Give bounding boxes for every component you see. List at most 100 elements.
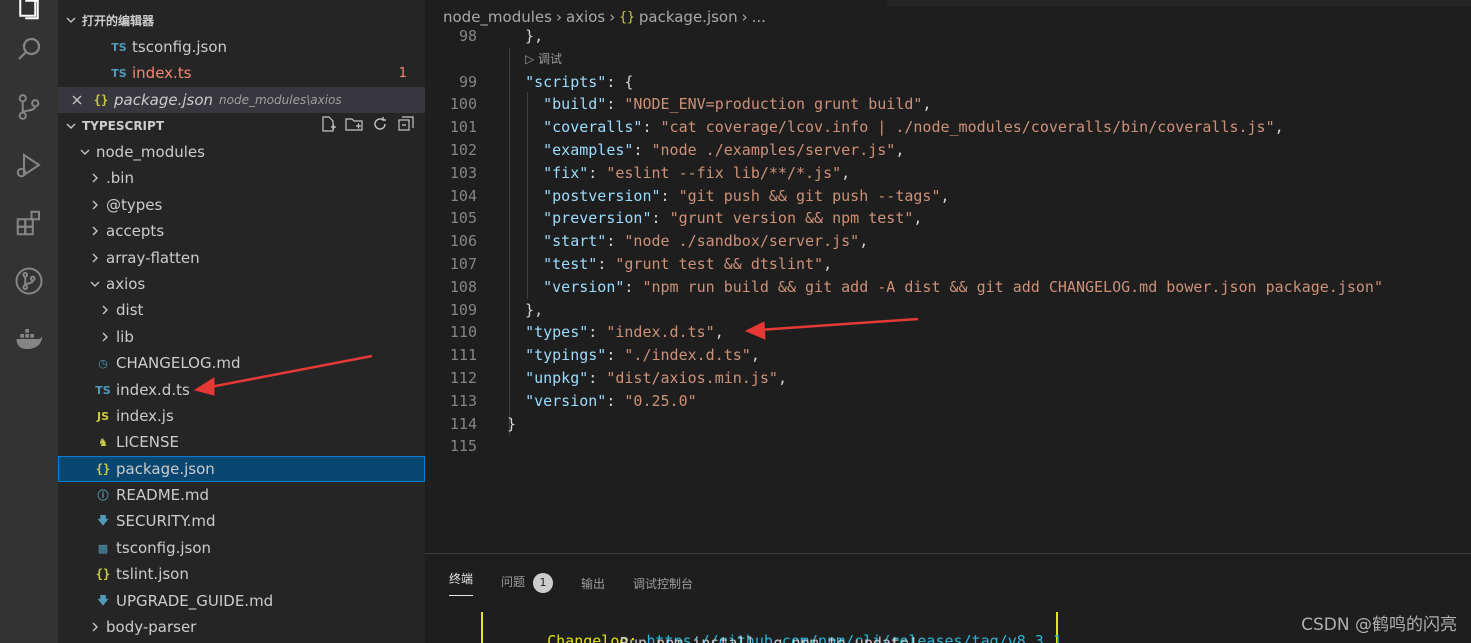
code-line: 109 },: [425, 298, 543, 321]
line-number: 115: [449, 437, 477, 456]
close-icon[interactable]: [62, 94, 92, 106]
tree-file[interactable]: ◷ CHANGELOG.md: [58, 350, 425, 376]
code-text: "fix": "eslint --fix lib/**/*.js",: [543, 163, 851, 182]
play-icon: ▷: [525, 52, 539, 66]
workspace-header[interactable]: TYPESCRIPT: [58, 113, 425, 139]
open-editors-header[interactable]: 打开的编辑器: [58, 7, 425, 33]
tree-folder[interactable]: lib: [58, 324, 425, 350]
refresh-icon[interactable]: [371, 115, 389, 137]
tree-file[interactable]: {} tslint.json: [58, 561, 425, 587]
tree-label: package.json: [116, 460, 215, 478]
open-editor-item-active[interactable]: {} package.json node_modules\axios: [58, 87, 425, 113]
chevron-right-icon: [98, 303, 112, 317]
tab-output[interactable]: 输出: [581, 575, 605, 592]
json-key: "examples": [543, 140, 634, 159]
json-key: "preversion": [543, 209, 652, 228]
json-file-icon: {}: [93, 93, 109, 107]
code-line: 99 "scripts": {: [425, 70, 634, 93]
tab-debug-console[interactable]: 调试控制台: [633, 575, 693, 592]
line-number: 98: [458, 26, 477, 45]
json-string: "grunt test && dtslint": [615, 254, 824, 273]
tree-file[interactable]: 🡇 SECURITY.md: [58, 508, 425, 534]
open-editor-item[interactable]: TS tsconfig.json: [58, 34, 425, 60]
code-text: },: [507, 27, 543, 45]
clock-icon: ◷: [98, 356, 108, 370]
json-key: "unpkg": [525, 368, 589, 387]
tree-folder[interactable]: .bin: [58, 165, 425, 191]
explorer-icon[interactable]: [10, 0, 48, 26]
code-editor[interactable]: node_modules › axios › {} package.json ›…: [425, 0, 1471, 553]
tree-folder-axios[interactable]: axios: [58, 271, 425, 297]
tree-folder[interactable]: accepts: [58, 218, 425, 244]
new-file-icon[interactable]: [319, 115, 337, 137]
chevron-right-icon: [88, 620, 102, 634]
code-text: "version": "0.25.0": [525, 391, 697, 410]
docker-icon[interactable]: [10, 320, 48, 358]
markdown-download-icon: 🡇: [97, 593, 109, 607]
punctuation: ,: [750, 346, 760, 365]
punctuation: ,: [940, 186, 950, 205]
code-text: "build": "NODE_ENV=production grunt buil…: [543, 95, 932, 114]
line-number: 100: [449, 95, 477, 114]
tree-label: axios: [106, 275, 146, 293]
json-key: "typings": [525, 346, 607, 365]
tree-file-selected[interactable]: {} package.json: [58, 456, 425, 482]
code-line: 103 "fix": "eslint --fix lib/**/*.js",: [425, 161, 850, 184]
code-line: 113 "version": "0.25.0": [425, 389, 697, 412]
tree-label: index.js: [116, 407, 174, 425]
chevron-right-icon: [88, 251, 102, 265]
tree-file[interactable]: ♞ LICENSE: [58, 429, 425, 455]
json-key: "build": [543, 95, 607, 114]
search-icon[interactable]: [10, 30, 48, 68]
code-line: 112 "unpkg": "dist/axios.min.js",: [425, 366, 787, 389]
extensions-icon[interactable]: [10, 204, 48, 242]
chevron-down-icon: [88, 277, 102, 291]
debug-codelens[interactable]: ▷ 调试: [525, 50, 562, 67]
tab-terminal[interactable]: 终端: [449, 570, 474, 596]
tree-folder[interactable]: array-flatten: [58, 245, 425, 271]
code-text: "coveralls": "cat coverage/lcov.info | .…: [543, 118, 1284, 137]
breadcrumb-item[interactable]: axios: [566, 8, 605, 26]
new-folder-icon[interactable]: [345, 115, 363, 137]
tree-label: index.d.ts: [116, 381, 190, 399]
git-graph-icon[interactable]: [10, 262, 48, 300]
breadcrumb-item[interactable]: ...: [752, 8, 766, 26]
run-debug-icon[interactable]: [10, 146, 48, 184]
breadcrumb-item[interactable]: package.json: [639, 8, 738, 26]
code-text: },: [507, 301, 543, 319]
tree-file[interactable]: JS index.js: [58, 403, 425, 429]
tree-label: README.md: [116, 486, 210, 504]
json-string: "0.25.0": [624, 391, 697, 410]
tab-problems[interactable]: 问题 1: [501, 573, 554, 593]
line-number: 102: [449, 140, 477, 159]
json-key: "version": [525, 391, 607, 410]
collapse-all-icon[interactable]: [397, 115, 415, 137]
code-line: 105 "preversion": "grunt version && npm …: [425, 207, 923, 230]
open-editor-label: index.ts: [132, 64, 192, 82]
punctuation: ,: [895, 140, 905, 159]
code-text: "types": "index.d.ts",: [525, 323, 724, 342]
tree-file[interactable]: 🡇 UPGRADE_GUIDE.md: [58, 588, 425, 614]
json-string: "./index.d.ts": [624, 346, 751, 365]
tree-folder[interactable]: dist: [58, 297, 425, 323]
tree-folder[interactable]: @types: [58, 192, 425, 218]
json-string: "git push && git push --tags": [678, 186, 941, 205]
json-string: "node ./examples/server.js": [651, 140, 896, 159]
source-control-icon[interactable]: [10, 88, 48, 126]
chevron-down-icon: [64, 119, 78, 133]
code-line: 101 "coveralls": "cat coverage/lcov.info…: [425, 116, 1284, 139]
tree-folder-node_modules[interactable]: node_modules: [58, 139, 425, 165]
tree-folder[interactable]: body-parser: [58, 614, 425, 640]
json-key: "coveralls": [543, 118, 643, 137]
tree-file[interactable]: ▩ tsconfig.json: [58, 535, 425, 561]
open-editor-item[interactable]: TS index.ts 1: [58, 60, 425, 86]
line-number: 109: [449, 300, 477, 319]
code-line: 102 "examples": "node ./examples/server.…: [425, 138, 904, 161]
punctuation: ,: [913, 209, 923, 228]
tree-file[interactable]: TS index.d.ts: [58, 377, 425, 403]
json-file-icon: {}: [95, 567, 111, 581]
chevron-right-icon: [98, 330, 112, 344]
chevron-right-icon: [88, 198, 102, 212]
code-line: 104 "postversion": "git push && git push…: [425, 184, 950, 207]
tree-file[interactable]: ⓘ README.md: [58, 482, 425, 508]
